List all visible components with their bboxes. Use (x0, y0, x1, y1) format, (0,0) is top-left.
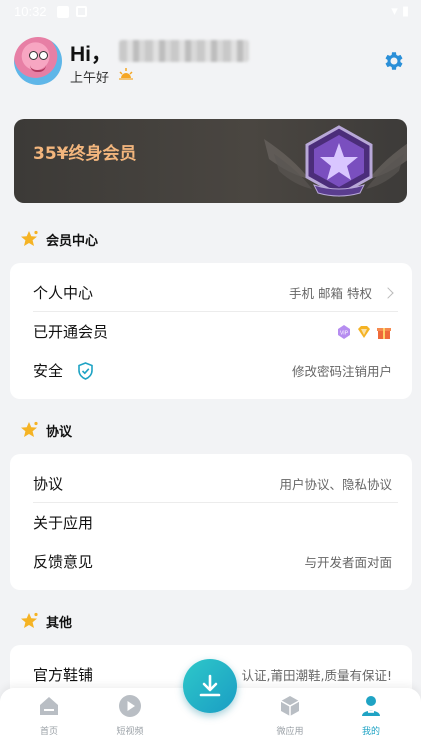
row-label: 安全 (33, 362, 64, 380)
row-value: 手机 邮箱 特权 (289, 286, 372, 301)
home-icon (40, 697, 58, 715)
username-blurred (119, 40, 249, 62)
avatar-eye-icon (29, 51, 38, 60)
nav-label: 首页 (39, 727, 58, 737)
settings-gear-icon[interactable] (381, 49, 405, 73)
star-icon (21, 421, 38, 437)
status-bar: 10:32 ▾ ▮ (0, 0, 421, 24)
chevron-right-icon (382, 286, 394, 299)
row-label: 已开通会员 (33, 323, 109, 341)
row-label: 协议 (33, 475, 64, 493)
star-icon (21, 612, 38, 628)
membership-badge-icon (264, 125, 407, 197)
membership-icons: VIP (336, 324, 392, 340)
svg-text:VIP: VIP (340, 330, 349, 336)
section-title: 协议 (46, 424, 73, 440)
signal-battery-icons: ▾ ▮ (391, 4, 409, 19)
notification-icon (57, 6, 69, 18)
row-value: 与开发者面对面 (304, 555, 392, 570)
nav-mine[interactable]: 我的 (341, 694, 401, 744)
banner-title: 35¥终身会员 (33, 144, 137, 164)
row-security[interactable]: 安全 修改密码 注销用户 (10, 351, 412, 390)
section-member-center: 会员中心 (20, 228, 98, 250)
row-about-app[interactable]: 关于应用 (10, 503, 412, 542)
section-other: 其他 (20, 610, 72, 632)
avatar-mouth-icon (30, 65, 46, 72)
nav-label: 我的 (361, 727, 380, 737)
greeting-text: Hi， (70, 43, 112, 66)
section-title: 其他 (46, 615, 73, 631)
nav-home[interactable]: 首页 (19, 694, 79, 744)
shield-check-icon (78, 361, 93, 380)
subgreeting-text: 上午好 (70, 71, 110, 86)
status-time: 10:32 (14, 4, 47, 19)
row-feedback[interactable]: 反馈意见 与开发者面对面 (10, 542, 412, 581)
gift-icon (377, 327, 391, 339)
row-agreement[interactable]: 协议 用户协议、隐私协议 (10, 464, 412, 503)
download-icon (199, 674, 221, 697)
row-label: 个人中心 (33, 284, 94, 302)
nav-label: 微应用 (276, 727, 304, 737)
change-password-link[interactable]: 修改密码 (292, 361, 342, 380)
user-icon (362, 696, 380, 716)
avatar-eye-icon (39, 51, 48, 60)
vip-diamond-icon (358, 325, 370, 338)
sun-icon (119, 68, 133, 80)
download-button[interactable] (183, 659, 237, 713)
nav-short-video[interactable]: 短视频 (100, 694, 160, 744)
member-center-card: 个人中心 手机 邮箱 特权 已开通会员 VIP 安全 修改密码 注销用户 (10, 263, 412, 399)
nav-label: 短视频 (116, 727, 144, 737)
avatar[interactable] (14, 37, 62, 85)
notification-icon-2 (76, 6, 87, 17)
row-label: 反馈意见 (33, 553, 94, 571)
row-activated-membership[interactable]: 已开通会员 VIP (10, 312, 412, 351)
vip-purple-icon: VIP (338, 324, 350, 339)
lifetime-membership-banner[interactable]: 35¥终身会员 (14, 119, 407, 203)
agreement-card: 协议 用户协议、隐私协议 关于应用 反馈意见 与开发者面对面 (10, 454, 412, 590)
row-value: 用户协议、隐私协议 (279, 477, 392, 492)
nav-apps[interactable]: 微应用 (260, 694, 320, 744)
row-label: 关于应用 (33, 514, 94, 532)
play-icon (119, 695, 141, 717)
cancel-user-link[interactable]: 注销用户 (342, 361, 392, 380)
row-label: 官方鞋铺 (33, 666, 94, 684)
cube-icon (280, 696, 300, 716)
row-value: 认证,莆田潮鞋,质量有保证! (241, 668, 392, 683)
section-agreement: 协议 (20, 419, 72, 441)
row-personal-center[interactable]: 个人中心 手机 邮箱 特权 (10, 273, 412, 312)
section-title: 会员中心 (46, 233, 99, 249)
star-icon (21, 230, 38, 246)
